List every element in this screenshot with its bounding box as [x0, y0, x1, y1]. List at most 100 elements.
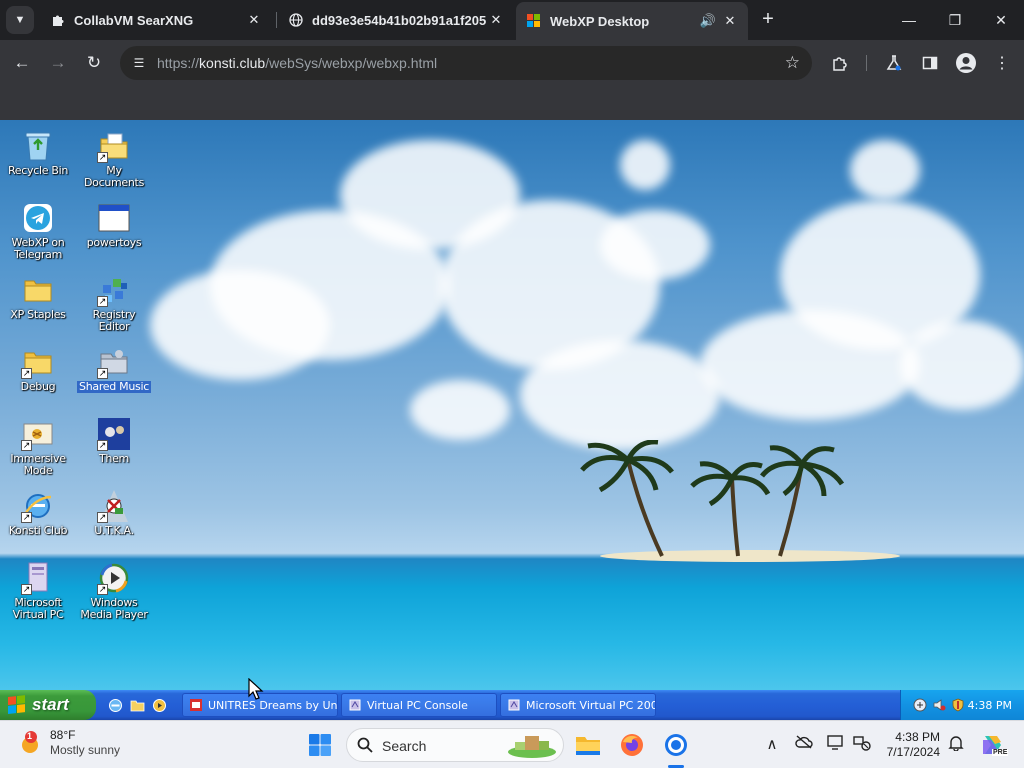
site-info-icon[interactable]: ☰ — [130, 54, 148, 72]
firefox-icon[interactable] — [616, 729, 648, 761]
task-virtual-pc-console[interactable]: Virtual PC Console — [341, 693, 497, 717]
desktop-icon-label: Recycle Bin — [7, 164, 69, 177]
cloud-offline-icon[interactable] — [794, 735, 814, 753]
close-icon[interactable]: ✕ — [244, 12, 264, 28]
themes-icon: ↗ — [97, 418, 130, 451]
desktop-icon-my-documents[interactable]: ↗ My Documents — [76, 130, 152, 189]
speaker-icon[interactable]: 🔊 — [698, 13, 718, 29]
desktop-icon-webxp-telegram[interactable]: WebXP on Telegram — [0, 202, 76, 261]
extensions-icon[interactable] — [828, 51, 852, 75]
desktop-icon-immersive-mode[interactable]: ↗ Immersive Mode — [0, 418, 76, 477]
desktop-icon-debug[interactable]: ↗ Debug — [0, 346, 76, 393]
start-button[interactable]: start — [0, 690, 96, 720]
url-path: /webSys/webxp/webxp.html — [265, 55, 438, 71]
shortcut-arrow-icon: ↗ — [97, 368, 108, 379]
virtual-pc-app-icon — [349, 699, 361, 711]
minimize-button[interactable]: — — [886, 0, 932, 40]
windows11-taskbar: 1 88°F Mostly sunny Search ∧ 4:38 PM 7/1 — [0, 720, 1024, 768]
bookmark-bar — [0, 86, 1024, 120]
task-label: Microsoft Virtual PC 2004 — [526, 698, 656, 712]
browser-toolbar: ← → ↻ ☰ https://konsti.club/webSys/webxp… — [0, 40, 1024, 86]
virtual-pc-app-icon — [508, 699, 520, 711]
reload-button[interactable]: ↻ — [80, 49, 108, 77]
task-microsoft-virtual-pc-2004[interactable]: Microsoft Virtual PC 2004 — [500, 693, 656, 717]
desktop-icon-them[interactable]: ↗ Them — [76, 418, 152, 465]
url-scheme: https:// — [157, 55, 200, 71]
desktop-icon-label: Microsoft Virtual PC — [12, 596, 64, 621]
forward-button[interactable]: → — [44, 49, 72, 77]
shortcut-arrow-icon: ↗ — [21, 584, 32, 595]
tray-volume-icon[interactable] — [932, 698, 946, 712]
windows-start-icon[interactable] — [304, 729, 336, 761]
desktop-icon-konsti-club[interactable]: ↗ Konsti Club — [0, 490, 76, 537]
folder-icon: ↗ — [21, 346, 54, 379]
chrome-icon[interactable] — [660, 729, 692, 761]
tab-webxp-desktop[interactable]: WebXP Desktop 🔊 ✕ — [516, 2, 748, 40]
labs-flask-icon[interactable] — [882, 51, 906, 75]
xp-clock[interactable]: 4:38 PM — [968, 699, 1012, 712]
shortcut-arrow-icon: ↗ — [97, 152, 108, 163]
show-hidden-icons-chevron-icon[interactable]: ∧ — [762, 735, 782, 753]
task-label: UNITRES Dreams by Uni... — [208, 698, 338, 712]
desktop-icon-label: My Documents — [83, 164, 145, 189]
desktop-icon-shared-music[interactable]: ↗ Shared Music — [76, 346, 152, 393]
tab-hash-page[interactable]: dd93e3e54b41b02b91a1f20587 ✕ — [278, 4, 514, 36]
xp-desktop[interactable]: Recycle Bin ↗ My Documents WebXP on Tele… — [0, 120, 1024, 690]
quicklaunch-media-icon[interactable] — [151, 697, 167, 713]
restore-button[interactable]: ❐ — [932, 0, 978, 40]
taskbar-clock[interactable]: 4:38 PM 7/17/2024 — [882, 730, 940, 760]
desktop-icon-xp-staples[interactable]: XP Staples — [0, 274, 76, 321]
back-button[interactable]: ← — [8, 49, 36, 77]
desktop-icon-registry-editor[interactable]: ↗ Registry Editor — [76, 274, 152, 333]
shortcut-arrow-icon: ↗ — [21, 440, 32, 451]
tab-collabvm-searxng[interactable]: CollabVM SearXNG ✕ — [40, 4, 272, 36]
desktop-icon-windows-media-player[interactable]: ↗ Windows Media Player — [76, 562, 152, 621]
window-close-button[interactable]: ✕ — [978, 0, 1024, 40]
bookmark-star-icon[interactable]: ☆ — [785, 53, 800, 73]
close-icon[interactable]: ✕ — [720, 13, 740, 29]
cloud — [410, 380, 510, 440]
notification-bell-icon[interactable] — [946, 735, 966, 755]
shortcut-arrow-icon: ↗ — [21, 512, 32, 523]
network-status-icon[interactable] — [852, 735, 872, 755]
close-icon[interactable]: ✕ — [486, 12, 506, 28]
tab-search-button[interactable]: ▼ — [6, 6, 34, 34]
tray-security-shield-icon[interactable] — [951, 698, 965, 712]
profile-avatar-icon[interactable] — [954, 51, 978, 75]
cloud — [850, 140, 920, 200]
quicklaunch-folder-icon[interactable] — [129, 697, 145, 713]
shortcut-arrow-icon: ↗ — [97, 296, 108, 307]
telegram-icon — [22, 202, 54, 234]
mouse-cursor-icon — [248, 678, 264, 700]
desktop-icon-label: Immersive Mode — [10, 452, 66, 477]
desktop-icon-powertoys[interactable]: powertoys — [76, 202, 152, 249]
url-host: konsti.club — [199, 55, 266, 71]
address-bar[interactable]: ☰ https://konsti.club/webSys/webxp/webxp… — [120, 46, 812, 80]
more-menu-icon[interactable]: ⋮ — [990, 51, 1014, 75]
unitres-app-icon — [190, 699, 202, 711]
file-explorer-icon[interactable] — [572, 729, 604, 761]
desktop-icon-microsoft-virtual-pc[interactable]: ↗ Microsoft Virtual PC — [0, 562, 76, 621]
tray-network-icon[interactable] — [913, 698, 927, 712]
display-icon[interactable] — [826, 735, 846, 755]
palm-trees — [580, 440, 845, 557]
weather-description: Mostly sunny — [50, 743, 121, 757]
desktop-icon-recycle-bin[interactable]: Recycle Bin — [0, 130, 76, 177]
new-tab-button[interactable]: + — [756, 8, 780, 32]
shortcut-arrow-icon: ↗ — [21, 368, 32, 379]
weather-widget[interactable]: 1 88°F Mostly sunny — [18, 728, 120, 758]
arrow-right-icon: → — [49, 53, 67, 72]
quicklaunch-ie-icon[interactable] — [107, 697, 123, 713]
tab-separator — [276, 12, 277, 28]
cloud — [150, 270, 330, 380]
copilot-icon[interactable]: PRE — [976, 729, 1009, 761]
browser-tabstrip: ▼ CollabVM SearXNG ✕ dd93e3e54b41b02b91a… — [0, 0, 1024, 40]
tab-title: dd93e3e54b41b02b91a1f20587 — [312, 12, 486, 28]
taskbar-search-box[interactable]: Search — [346, 728, 564, 762]
url-text[interactable]: https://konsti.club/webSys/webxp/webxp.h… — [157, 55, 437, 71]
side-panel-icon[interactable] — [918, 51, 942, 75]
utka-icon: ↗ — [97, 490, 130, 523]
media-player-icon: ↗ — [97, 562, 130, 595]
desktop-icon-utka[interactable]: ↗ U.T.K.A. — [76, 490, 152, 537]
windows-flag-icon — [8, 695, 26, 715]
